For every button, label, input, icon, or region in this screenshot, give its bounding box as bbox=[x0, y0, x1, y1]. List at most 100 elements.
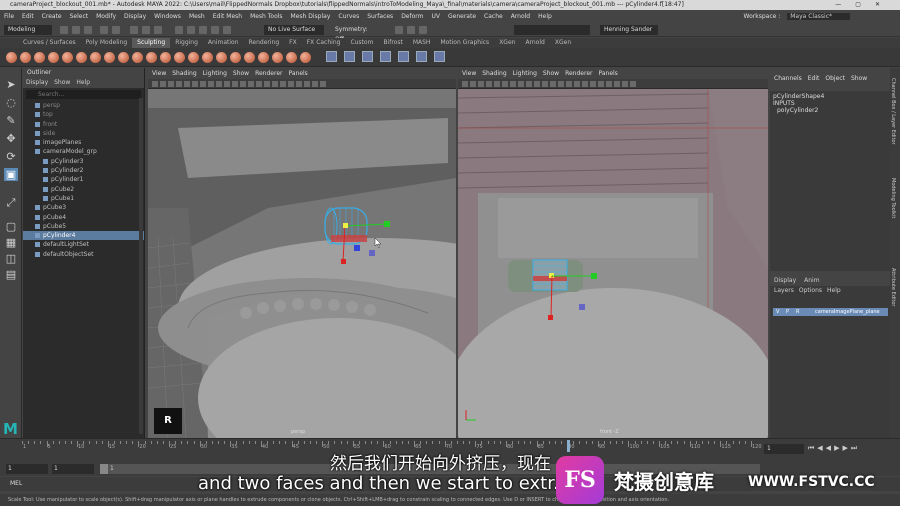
viewport-toolbar-icon[interactable] bbox=[574, 81, 580, 87]
menu-mesh-display[interactable]: Mesh Display bbox=[287, 10, 335, 23]
menu-display[interactable]: Display bbox=[120, 10, 150, 23]
sculpt-brush-icon[interactable] bbox=[300, 52, 311, 63]
shelf-tab-1[interactable]: Poly Modeling bbox=[81, 38, 133, 48]
outliner-menu-display[interactable]: Display bbox=[26, 79, 48, 86]
sculpt-brush-icon[interactable] bbox=[202, 52, 213, 63]
render-settings-icon[interactable] bbox=[419, 26, 427, 34]
viewport-toolbar-icon[interactable] bbox=[272, 81, 278, 87]
channel-menu-channels[interactable]: Channels bbox=[774, 75, 802, 82]
sculpt-brush-icon[interactable] bbox=[20, 52, 31, 63]
viewport-toolbar-icon[interactable] bbox=[208, 81, 214, 87]
shelf-tab-14[interactable]: XGen bbox=[550, 38, 576, 48]
outliner-item[interactable]: pCube5 bbox=[23, 222, 144, 231]
viewport-menu-view[interactable]: View bbox=[462, 70, 476, 77]
menu-file[interactable]: File bbox=[0, 10, 18, 23]
sculpt-brush-icon[interactable] bbox=[272, 52, 283, 63]
workspace-selector[interactable]: Workspace : Maya Classic* bbox=[740, 11, 850, 22]
display-layer-row[interactable]: V P R cameraImagePlane_plane bbox=[773, 308, 888, 316]
start-frame-field[interactable]: 1 bbox=[6, 464, 48, 474]
menu-edit-mesh[interactable]: Edit Mesh bbox=[209, 10, 246, 23]
layer-tab-anim[interactable]: Anim bbox=[804, 277, 819, 284]
viewport-toolbar-icon[interactable] bbox=[240, 81, 246, 87]
menuset-dropdown[interactable]: Modeling bbox=[4, 25, 52, 35]
ipr-render-icon[interactable] bbox=[407, 26, 415, 34]
outliner-item[interactable]: imagePlanes bbox=[23, 138, 144, 147]
current-frame-field[interactable]: 1 bbox=[764, 444, 804, 454]
layer-menu-options[interactable]: Options bbox=[799, 287, 822, 294]
viewport-toolbar-icon[interactable] bbox=[478, 81, 484, 87]
layer-visibility-toggle[interactable]: V bbox=[776, 308, 779, 316]
sculpt-brush-icon[interactable] bbox=[6, 52, 17, 63]
menu-help[interactable]: Help bbox=[534, 10, 556, 23]
menu-windows[interactable]: Windows bbox=[150, 10, 185, 23]
sculpt-brush-icon[interactable] bbox=[146, 52, 157, 63]
viewport-toolbar-icon[interactable] bbox=[320, 81, 326, 87]
snap-point-icon[interactable] bbox=[199, 26, 207, 34]
workspace-value[interactable]: Maya Classic* bbox=[787, 13, 850, 20]
time-slider-playhead[interactable] bbox=[567, 440, 571, 452]
sculpt-tool-icon[interactable] bbox=[398, 51, 409, 62]
viewport-toolbar-icon[interactable] bbox=[192, 81, 198, 87]
render-icon[interactable] bbox=[395, 26, 403, 34]
shelf-tab-2[interactable]: Sculpting bbox=[132, 38, 171, 48]
viewport-toolbar-icon[interactable] bbox=[590, 81, 596, 87]
sculpt-brush-icon[interactable] bbox=[258, 52, 269, 63]
menu-deform[interactable]: Deform bbox=[397, 10, 427, 23]
outliner-search-input[interactable]: Search... bbox=[26, 90, 141, 99]
sculpt-tool-icon[interactable] bbox=[344, 51, 355, 62]
menu-curves[interactable]: Curves bbox=[334, 10, 363, 23]
playback-controls[interactable]: ⏮◀◀▶▶⏭ bbox=[808, 444, 860, 453]
shelf-tab-8[interactable]: Custom bbox=[345, 38, 378, 48]
menu-mesh-tools[interactable]: Mesh Tools bbox=[246, 10, 286, 23]
outliner-item[interactable]: pCylinder1 bbox=[23, 175, 144, 184]
viewport-toolbar-icon[interactable] bbox=[280, 81, 286, 87]
sculpt-tool-icon[interactable] bbox=[380, 51, 391, 62]
sculpt-tool-icon[interactable] bbox=[416, 51, 427, 62]
viewport-toolbar-icon[interactable] bbox=[200, 81, 206, 87]
input-line[interactable] bbox=[514, 25, 590, 35]
viewport-toolbar-icon[interactable] bbox=[470, 81, 476, 87]
viewport-menu-lighting[interactable]: Lighting bbox=[513, 70, 537, 77]
viewport-toolbar-icon[interactable] bbox=[606, 81, 612, 87]
sculpt-brush-icon[interactable] bbox=[174, 52, 185, 63]
select-object-icon[interactable] bbox=[142, 26, 150, 34]
viewport-persp[interactable]: View Shading Lighting Show Renderer Panels R … bbox=[148, 68, 456, 438]
sculpt-brush-icon[interactable] bbox=[90, 52, 101, 63]
viewport-toolbar-icon[interactable] bbox=[462, 81, 468, 87]
outliner-item[interactable]: defaultObjectSet bbox=[23, 250, 144, 259]
viewport-toolbar-icon[interactable] bbox=[598, 81, 604, 87]
menu-edit[interactable]: Edit bbox=[18, 10, 38, 23]
open-scene-icon[interactable] bbox=[72, 26, 80, 34]
sculpt-tool-icon[interactable] bbox=[326, 51, 337, 62]
sculpt-brush-icon[interactable] bbox=[118, 52, 129, 63]
menu-create[interactable]: Create bbox=[38, 10, 66, 23]
shelf-tab-4[interactable]: Animation bbox=[203, 38, 244, 48]
outliner-item[interactable]: pCylinder4 bbox=[23, 231, 144, 241]
viewport-toolbar-icon[interactable] bbox=[502, 81, 508, 87]
save-scene-icon[interactable] bbox=[84, 26, 92, 34]
viewport-toolbar-icon[interactable] bbox=[184, 81, 190, 87]
sculpt-brush-icon[interactable] bbox=[244, 52, 255, 63]
lasso-tool-icon[interactable]: ◌ bbox=[4, 96, 18, 109]
viewport-toolbar-icon[interactable] bbox=[152, 81, 158, 87]
symmetry-dropdown[interactable]: Symmetry: Off bbox=[331, 25, 381, 43]
viewport-menu-panels[interactable]: Panels bbox=[288, 70, 307, 77]
viewport-menu-renderer[interactable]: Renderer bbox=[255, 70, 282, 77]
viewport-toolbar-icon[interactable] bbox=[176, 81, 182, 87]
undo-icon[interactable] bbox=[100, 26, 108, 34]
shape-node-label[interactable]: pCylinderShape4 bbox=[773, 93, 887, 100]
viewport-toolbar-icon[interactable] bbox=[526, 81, 532, 87]
sculpt-brush-icon[interactable] bbox=[76, 52, 87, 63]
select-component-icon[interactable] bbox=[154, 26, 162, 34]
last-tool-icon[interactable]: ⤢ bbox=[4, 196, 18, 209]
live-surface-field[interactable]: No Live Surface bbox=[264, 25, 324, 35]
viewport-toolbar-icon[interactable] bbox=[160, 81, 166, 87]
viewport-menu-renderer[interactable]: Renderer bbox=[565, 70, 592, 77]
outliner-item[interactable]: pCylinder2 bbox=[23, 166, 144, 175]
viewport-menu-shading[interactable]: Shading bbox=[172, 70, 196, 77]
layer-playback-toggle[interactable]: P bbox=[786, 308, 789, 316]
menu-generate[interactable]: Generate bbox=[444, 10, 480, 23]
sculpt-brush-icon[interactable] bbox=[104, 52, 115, 63]
shelf-tab-13[interactable]: Arnold bbox=[520, 38, 549, 48]
menu-surfaces[interactable]: Surfaces bbox=[363, 10, 397, 23]
